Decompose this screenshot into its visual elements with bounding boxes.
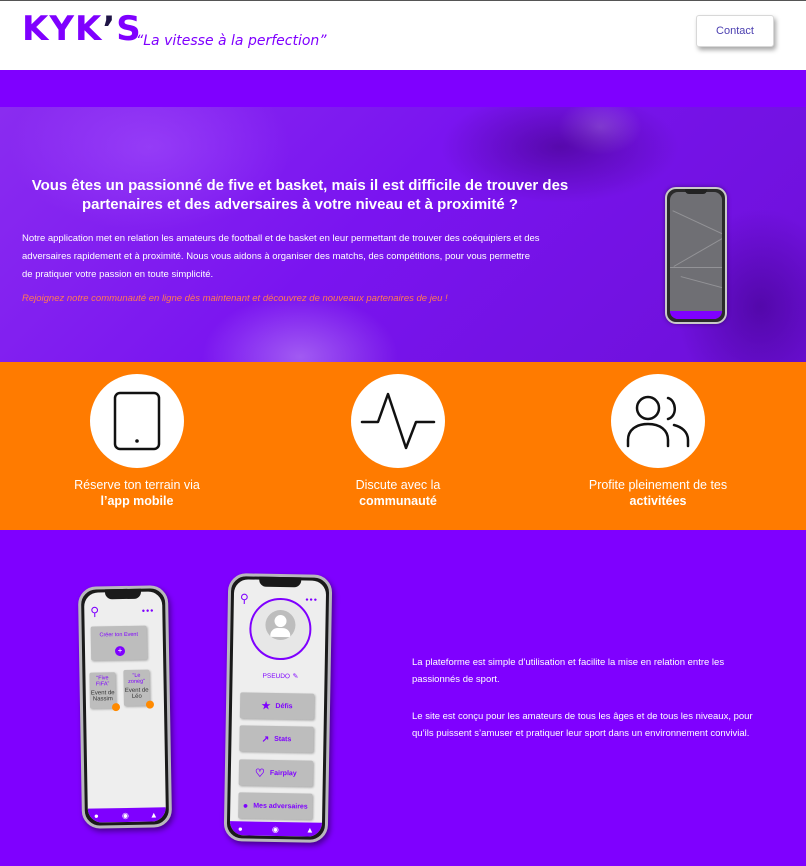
phone-notch <box>259 576 302 588</box>
create-event-card[interactable]: Créer ton Event + <box>90 625 148 661</box>
hero-phone-navbar <box>670 311 722 319</box>
logo-text: KYK <box>22 9 103 49</box>
edit-icon[interactable]: ✎ <box>292 672 298 680</box>
event-title: “Le zoneg” <box>128 672 146 685</box>
chat-icon[interactable]: ● <box>238 824 243 833</box>
hero-section: Vous êtes un passionné de five et basket… <box>0 107 806 362</box>
phone-notch <box>685 189 707 194</box>
event-owner: Event de Nassim <box>90 690 115 703</box>
pseudo-label: PSEUDO <box>262 672 291 681</box>
hero-phone-screen <box>670 192 722 319</box>
feature-line2: l’app mobile <box>100 494 174 508</box>
opponents-button[interactable]: ● Mes adversaires <box>238 792 313 820</box>
tagline: “La vitesse à la perfection” <box>136 33 327 49</box>
pulse-icon <box>360 392 436 450</box>
contact-button[interactable]: Contact <box>696 15 774 47</box>
phone-notch <box>104 588 142 600</box>
star-icon: ★ <box>261 700 271 712</box>
trending-icon: ↗ <box>261 733 270 744</box>
smartphone-icon <box>113 391 161 451</box>
defis-button[interactable]: ★ Défis <box>239 692 315 720</box>
opponents-label: Mes adversaires <box>253 802 308 811</box>
feature-line1: Profite pleinement de tes <box>588 478 728 492</box>
create-event-label: Créer ton Event <box>99 631 139 639</box>
chat-icon[interactable]: ● <box>94 811 99 820</box>
location-icon[interactable]: ◉ <box>122 811 129 820</box>
notification-dot <box>145 700 155 709</box>
more-icon: ••• <box>305 594 318 605</box>
phone-navbar: ● ◉ ▲ <box>229 821 323 837</box>
presentation-section: ⚲ ••• Créer ton Event + “Five FIFA” Even… <box>0 530 806 866</box>
feature-community: Discute avec la communauté <box>313 374 483 509</box>
heart-icon: ♡ <box>254 767 265 780</box>
stats-button[interactable]: ↗ Stats <box>239 725 314 753</box>
feature-line2: activitées <box>629 494 687 508</box>
users-icon <box>626 395 690 448</box>
feature-line2: communauté <box>359 494 437 508</box>
hero-text: Notre application met en relation les am… <box>22 233 540 280</box>
profile-icon[interactable]: ▲ <box>150 810 158 819</box>
defis-label: Défis <box>275 702 293 710</box>
feature-line1: Réserve ton terrain via <box>74 478 200 492</box>
person-icon: ● <box>242 800 249 811</box>
phone-navbar: ● ◉ ▲ <box>87 807 167 823</box>
phone-screen: ⚲ ••• PSEUDO ✎ ★ Défis ↗ Stats ♡ Fairpla… <box>229 579 327 837</box>
hero-cta[interactable]: Rejoignez notre communauté en ligne dès … <box>22 293 582 304</box>
more-icon: ••• <box>141 605 155 616</box>
purple-band <box>0 70 806 107</box>
feature-book-field: Réserve ton terrain via l’app mobile <box>52 374 222 509</box>
search-icon: ⚲ <box>90 604 100 619</box>
feature-icon-circle <box>611 374 705 468</box>
event-card[interactable]: “Le zoneg” Event de Léo <box>123 669 155 709</box>
hero-phone-mockup <box>665 187 727 324</box>
search-icon: ⚲ <box>239 591 249 606</box>
feature-line1: Discute avec la <box>355 478 441 492</box>
phone-profile-mockup: ⚲ ••• PSEUDO ✎ ★ Défis ↗ Stats ♡ Fairpla… <box>223 573 333 843</box>
fairplay-label: Fairplay <box>269 769 297 777</box>
phone-screen: ⚲ ••• Créer ton Event + “Five FIFA” Even… <box>83 591 167 823</box>
feature-icon-circle <box>351 374 445 468</box>
feature-icon-circle <box>90 374 184 468</box>
profile-icon[interactable]: ▲ <box>306 826 314 835</box>
presentation-paragraph-2: Le site est conçu pour les amateurs de t… <box>412 711 753 739</box>
location-icon[interactable]: ◉ <box>272 825 279 834</box>
logo[interactable]: KYK’S <box>22 9 142 49</box>
notification-dot <box>111 703 121 712</box>
site-header: KYK’S “La vitesse à la perfection” Conta… <box>0 0 806 70</box>
hero-title: Vous êtes un passionné de five et basket… <box>31 177 569 213</box>
fairplay-button[interactable]: ♡ Fairplay <box>238 759 314 787</box>
plus-icon: + <box>114 645 126 657</box>
stats-label: Stats <box>274 735 292 743</box>
features-section: Réserve ton terrain via l’app mobile Dis… <box>0 362 806 530</box>
event-title: “Five FIFA” <box>95 675 110 688</box>
event-card[interactable]: “Five FIFA” Event de Nassim <box>89 672 121 712</box>
event-owner: Event de Léo <box>124 687 149 700</box>
avatar[interactable] <box>248 597 312 661</box>
feature-activities: Profite pleinement de tes activitées <box>573 374 743 509</box>
phone-events-mockup: ⚲ ••• Créer ton Event + “Five FIFA” Even… <box>77 585 173 829</box>
logo-apostrophe: ’ <box>102 9 117 49</box>
presentation-paragraph-1: La plateforme est simple d’utilisation e… <box>412 657 725 685</box>
